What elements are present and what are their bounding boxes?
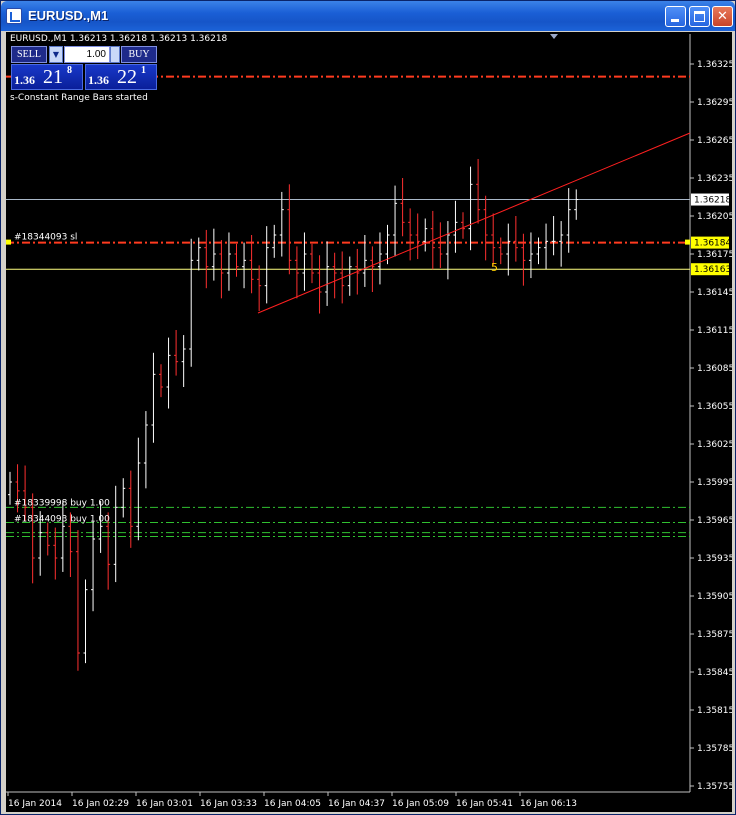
lot-size-input[interactable]: 1.00 <box>64 46 110 63</box>
symbol-info: EURUSD.,M1 1.36213 1.36218 1.36213 1.362… <box>10 34 228 44</box>
ask-price-label: 1.36163 <box>694 265 731 275</box>
price-axis-label: 1.35965 <box>697 516 732 526</box>
maximize-button[interactable] <box>689 6 710 27</box>
sl-order-label: #18344093 sl <box>14 233 77 243</box>
price-axis-label: 1.35815 <box>697 706 732 716</box>
price-axis-label: 1.36205 <box>697 212 732 222</box>
sell-price-button[interactable]: 1.36 21 8 <box>11 64 83 90</box>
price-axis-label: 1.36265 <box>697 136 732 146</box>
sell-price-big: 1.36 <box>14 73 35 87</box>
buy-price-pips: 22 <box>117 66 137 88</box>
maximize-icon <box>694 11 705 22</box>
one-click-trading-panel: SELL ▼ 1.00 BUY 1.36 21 8 1.36 22 1 <box>11 46 157 90</box>
time-axis-label: 16 Jan 03:01 <box>136 799 193 809</box>
price-axis-label: 1.35755 <box>697 782 732 792</box>
window-title: EURUSD.,M1 <box>28 8 109 23</box>
minimize-button[interactable] <box>665 6 686 27</box>
sell-button[interactable]: SELL <box>11 46 47 63</box>
time-axis-label: 16 Jan 04:05 <box>264 799 321 809</box>
time-axis-label: 16 Jan 05:09 <box>392 799 449 809</box>
buy-order-label-2: #18344093 buy 1.00 <box>14 515 110 525</box>
price-axis-label: 1.36085 <box>697 364 732 374</box>
price-axis-label: 1.35935 <box>697 554 732 564</box>
expert-advisor-message: s-Constant Range Bars started <box>10 93 148 103</box>
lot-spinner[interactable] <box>110 46 120 63</box>
title-bar[interactable]: EURUSD.,M1 ✕ <box>1 1 735 31</box>
time-axis-label: 16 Jan 03:33 <box>200 799 257 809</box>
buy-price-button[interactable]: 1.36 22 1 <box>85 64 157 90</box>
buy-price-big: 1.36 <box>88 73 109 87</box>
buy-order-label-1: #18339998 buy 1.00 <box>14 498 110 508</box>
price-axis-label: 1.35875 <box>697 630 732 640</box>
price-axis-label: 1.35845 <box>697 668 732 678</box>
chart-window: EURUSD.,M1 ✕ 1.36325 1.36295 1.36265 1.3623… <box>0 0 736 815</box>
bid-price-label: 1.36218 <box>694 196 731 206</box>
time-axis-label: 16 Jan 2014 <box>8 799 62 809</box>
sl-order-marker <box>6 239 11 245</box>
price-axis-label: 1.36115 <box>697 326 732 336</box>
price-axis-label: 1.35785 <box>697 744 732 754</box>
wave-annotation-5: 5 <box>491 261 498 274</box>
chart-canvas[interactable]: 1.363251.362951.362651.362351.362051.361… <box>6 32 732 812</box>
buy-button[interactable]: BUY <box>121 46 157 63</box>
price-chart[interactable]: 1.36325 1.36295 1.36265 1.36235 1.36205 1.361… <box>6 32 732 812</box>
chart-shift-marker <box>550 34 558 39</box>
stop-loss-price-label: 1.36184 <box>694 239 731 249</box>
sell-price-point: 8 <box>67 65 72 76</box>
time-axis-label: 16 Jan 04:37 <box>328 799 385 809</box>
sl-order-marker-right <box>685 239 690 245</box>
sell-price-pips: 21 <box>43 66 63 88</box>
minimize-icon <box>671 19 679 22</box>
close-button[interactable]: ✕ <box>712 6 733 27</box>
price-axis-label: 1.36175 <box>697 250 732 260</box>
price-axis-label: 1.36235 <box>697 174 732 184</box>
time-axis-label: 16 Jan 06:13 <box>520 799 577 809</box>
chart-window-icon[interactable] <box>6 8 22 24</box>
price-axis-label: 1.36055 <box>697 402 732 412</box>
price-axis-label: 1.36325 <box>697 60 732 70</box>
time-axis-label: 16 Jan 05:41 <box>456 799 513 809</box>
price-axis-label: 1.36145 <box>697 288 732 298</box>
lot-dropdown-button[interactable]: ▼ <box>49 46 63 63</box>
buy-price-point: 1 <box>141 65 146 76</box>
time-axis-label: 16 Jan 02:29 <box>72 799 129 809</box>
trendline <box>257 132 691 314</box>
price-axis-label: 1.36295 <box>697 98 732 108</box>
price-axis-label: 1.36025 <box>697 440 732 450</box>
price-axis-label: 1.35905 <box>697 592 732 602</box>
price-axis-label: 1.35995 <box>697 478 732 488</box>
